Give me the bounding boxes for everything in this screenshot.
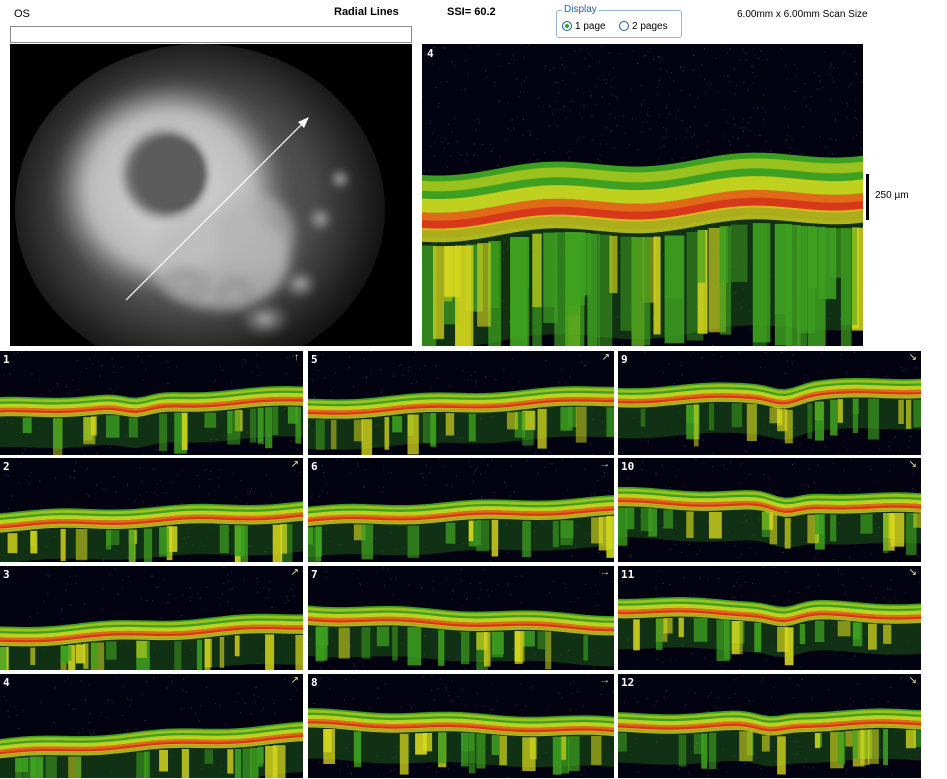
- thumbnail-bscan-svg: [0, 351, 303, 455]
- thumbnail-bscan-svg: [618, 458, 921, 562]
- radio-unchecked-icon: [619, 21, 629, 31]
- direction-arrow-icon: →: [600, 675, 610, 686]
- display-2-pages-label: 2 pages: [632, 20, 668, 32]
- thumbnail-number: 11: [621, 568, 635, 581]
- thumbnail-number: 2: [3, 460, 10, 473]
- thumbnail-scan-10[interactable]: 10 ↘: [618, 458, 921, 562]
- thumbnail-number: 10: [621, 460, 635, 473]
- comment-field[interactable]: [10, 26, 412, 43]
- scan-size-label: 6.00mm x 6.00mm Scan Size: [737, 9, 868, 20]
- thumbnail-scan-2[interactable]: 2 ↗: [0, 458, 303, 562]
- thumbnail-number: 12: [621, 676, 635, 689]
- ssi-label: SSI= 60.2: [447, 6, 496, 18]
- thumbnail-scan-7[interactable]: 7 →: [308, 566, 614, 670]
- thumbnail-scan-4[interactable]: 4 ↗: [0, 674, 303, 778]
- thumbnail-scan-3[interactable]: 3 ↗: [0, 566, 303, 670]
- direction-arrow-icon: ↗: [290, 459, 299, 470]
- thumbnail-bscan-svg: [308, 458, 614, 562]
- display-2-pages-radio[interactable]: 2 pages: [619, 19, 668, 33]
- main-bscan-svg: [422, 44, 863, 346]
- display-1-page-label: 1 page: [575, 20, 606, 32]
- thumbnail-number: 9: [621, 353, 628, 366]
- radio-checked-icon: [562, 21, 572, 31]
- direction-arrow-icon: ↘: [908, 459, 917, 470]
- display-1-page-radio[interactable]: 1 page: [562, 19, 606, 33]
- display-option-group: Display 1 page 2 pages: [556, 4, 682, 38]
- thumbnail-bscan-svg: [618, 351, 921, 455]
- direction-arrow-icon: →: [600, 567, 610, 578]
- direction-arrow-icon: ↗: [601, 352, 610, 363]
- display-legend: Display: [562, 4, 599, 15]
- thumbnail-number: 8: [311, 676, 318, 689]
- direction-arrow-icon: ↘: [908, 352, 917, 363]
- thumbnail-scan-1[interactable]: 1 ↑: [0, 351, 303, 455]
- thumbnail-bscan-svg: [618, 566, 921, 670]
- thumbnail-number: 4: [3, 676, 10, 689]
- main-scan-number: 4: [427, 47, 434, 60]
- thumbnail-bscan-svg: [0, 566, 303, 670]
- scan-type-label: Radial Lines: [334, 6, 399, 18]
- thumbnail-number: 1: [3, 353, 10, 366]
- direction-arrow-icon: ↘: [908, 567, 917, 578]
- eye-label: OS: [14, 8, 30, 20]
- direction-arrow-icon: →: [600, 459, 610, 470]
- thumbnail-number: 7: [311, 568, 318, 581]
- fundus-image[interactable]: [10, 44, 412, 346]
- thumbnail-bscan-svg: [308, 566, 614, 670]
- thumbnail-number: 6: [311, 460, 318, 473]
- direction-arrow-icon: ↑: [294, 352, 299, 363]
- thumbnail-bscan-svg: [618, 674, 921, 778]
- thumbnail-bscan-svg: [308, 351, 614, 455]
- thumbnail-bscan-svg: [308, 674, 614, 778]
- thumbnail-scan-8[interactable]: 8 →: [308, 674, 614, 778]
- thumbnail-scan-9[interactable]: 9 ↘: [618, 351, 921, 455]
- thumbnail-bscan-svg: [0, 674, 303, 778]
- direction-arrow-icon: ↘: [908, 675, 917, 686]
- scale-label: 250 µm: [875, 190, 909, 201]
- thumbnail-bscan-svg: [0, 458, 303, 562]
- thumbnail-scan-5[interactable]: 5 ↗: [308, 351, 614, 455]
- scale-bar: [866, 174, 869, 220]
- thumbnail-number: 5: [311, 353, 318, 366]
- fundus-svg: [10, 44, 412, 346]
- direction-arrow-icon: ↗: [290, 675, 299, 686]
- thumbnail-scan-6[interactable]: 6 →: [308, 458, 614, 562]
- main-bscan[interactable]: 4: [422, 44, 863, 346]
- thumbnail-scan-12[interactable]: 12 ↘: [618, 674, 921, 778]
- thumbnail-number: 3: [3, 568, 10, 581]
- direction-arrow-icon: ↗: [290, 567, 299, 578]
- thumbnail-scan-11[interactable]: 11 ↘: [618, 566, 921, 670]
